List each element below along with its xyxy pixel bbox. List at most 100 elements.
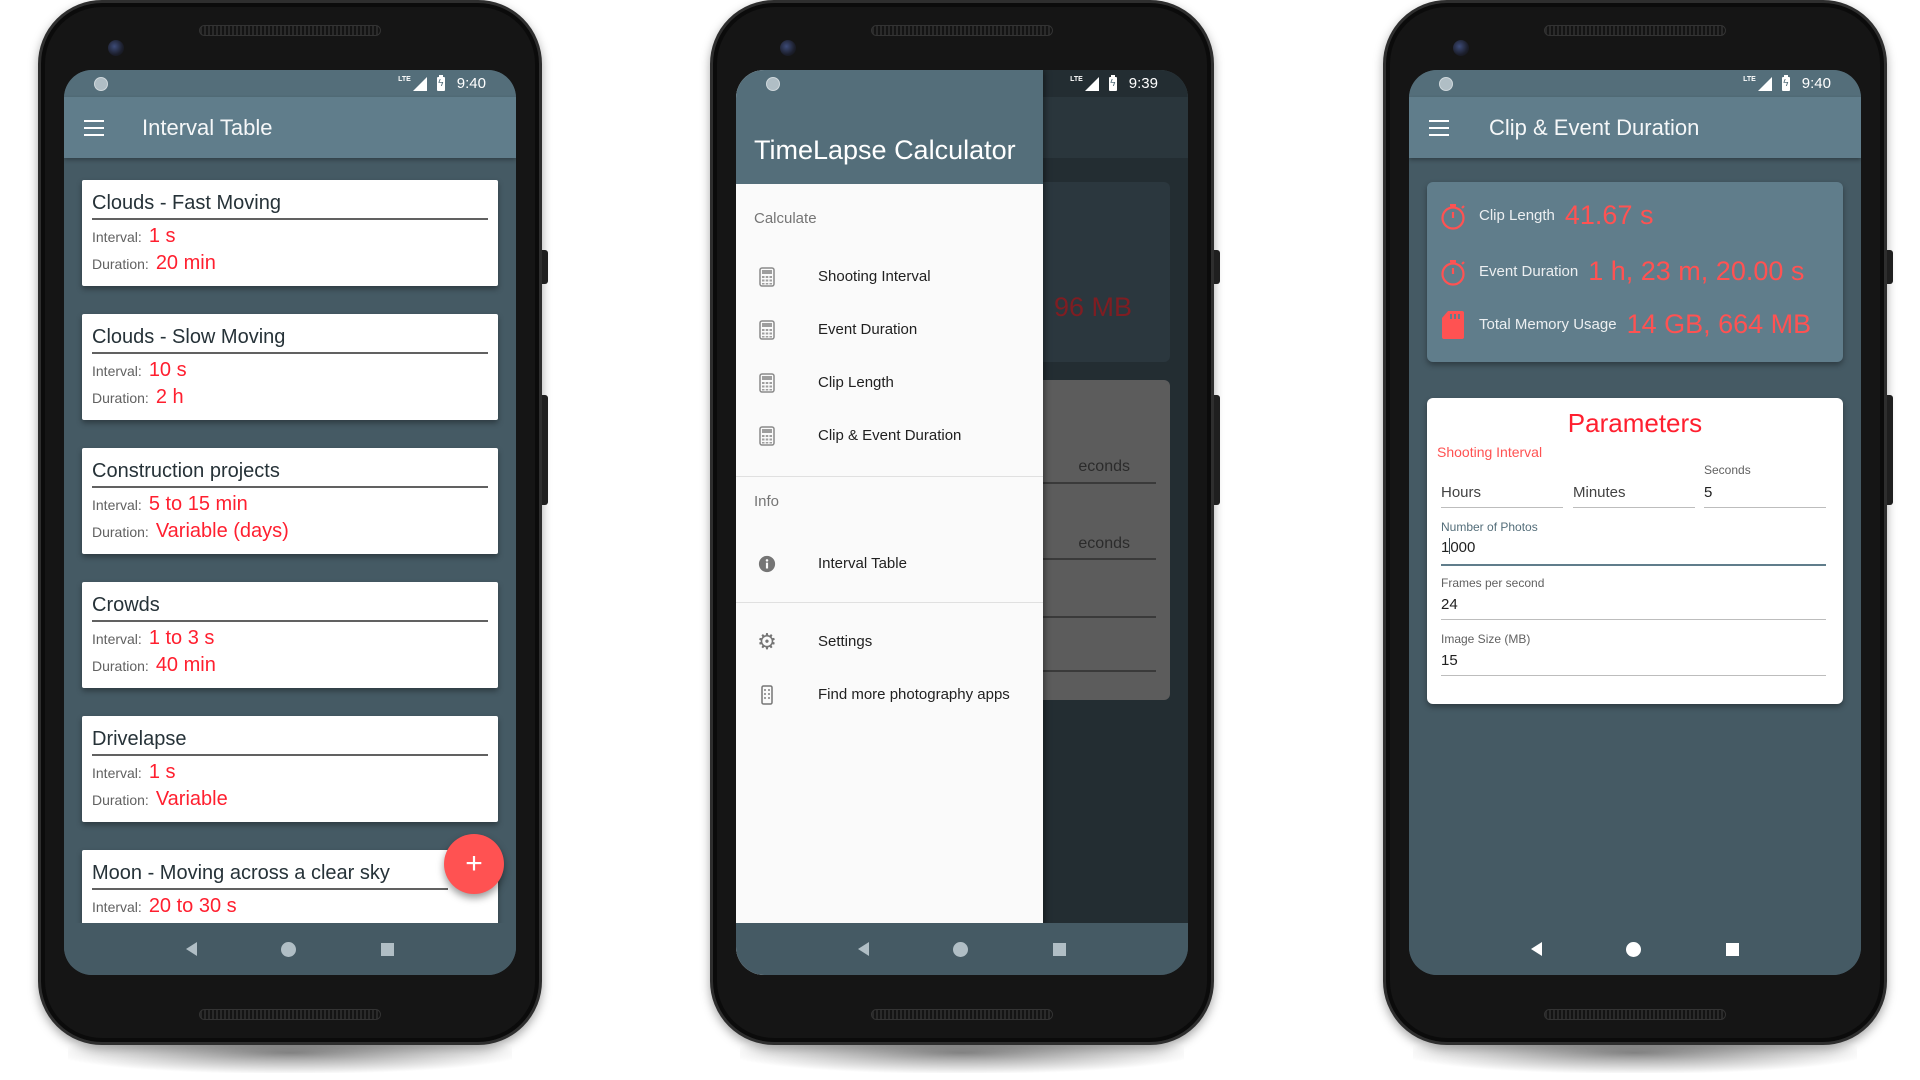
notification-dot-icon [1439,77,1453,91]
section-header: Info [754,493,780,510]
power-button[interactable] [1887,250,1893,284]
hamburger-icon[interactable] [1429,119,1449,136]
interval-list[interactable]: Clouds - Fast Moving Interval: 1 s Durati… [64,158,516,923]
number-of-photos-input[interactable]: 1000 [1441,536,1826,566]
list-item[interactable]: Moon - Moving across a clear sky Interva… [82,850,498,923]
app-title: TimeLapse Calculator [754,135,1016,165]
duration-value: 2 h [155,386,184,408]
frames-per-second-input[interactable]: 24 [1441,594,1826,620]
status-time: 9:39 [1128,75,1158,92]
hamburger-icon[interactable] [84,119,104,136]
drawer-item-label: Event Duration [818,321,918,338]
top-speaker [871,25,1053,36]
stopwatch-icon [1439,201,1467,231]
navigation-drawer: TimeLapse Calculator Calculate Shooting … [736,70,1043,975]
drawer-item-settings[interactable]: ⚙ Settings [736,615,1043,668]
drawer-item-interval-table[interactable]: Interval Table [736,537,1043,590]
front-camera [108,40,124,56]
result-event-duration: Event Duration 1 h, 23 m, 20.00 s [1439,256,1804,287]
list-item[interactable]: Clouds - Fast Moving Interval: 1 s Durati… [82,180,498,286]
recents-icon[interactable] [1725,942,1739,956]
drawer-item-shooting-interval[interactable]: Shooting Interval [736,250,1043,303]
volume-button[interactable] [542,395,548,505]
list-item[interactable]: Drivelapse Interval: 1 s Duration: Variabl… [82,716,498,822]
interval-label: Interval: [92,631,142,647]
shooting-interval-label: Shooting Interval [1437,444,1543,460]
notification-dot-icon [94,77,108,91]
back-icon[interactable] [186,942,198,956]
drawer-item-clip-length[interactable]: Clip Length [736,356,1043,409]
screen: 96 MB econds econds LTE 9:39 TimeLapse C… [736,70,1188,975]
home-icon[interactable] [1626,941,1642,957]
drawer-item-event-duration[interactable]: Event Duration [736,303,1043,356]
duration-value: 20 min [155,252,216,274]
notification-dot-icon [766,77,780,91]
hours-input[interactable]: Hours [1441,482,1563,508]
interval-value: 1 to 3 s [148,627,215,649]
battery-charging-icon [1781,74,1790,91]
volume-button[interactable] [1214,395,1220,505]
bottom-speaker [199,1009,381,1020]
calculator-icon [758,425,776,447]
page-title: Interval Table [142,114,273,140]
drawer-item-clip-event-duration[interactable]: Clip & Event Duration [736,409,1043,462]
card-title: Clouds - Fast Moving [92,190,488,220]
duration-label: Duration: [92,390,149,406]
drawer-item-label: Find more photography apps [818,686,1010,703]
home-icon[interactable] [281,941,297,957]
back-icon[interactable] [858,942,870,956]
phone-apps-icon [758,684,776,706]
power-button[interactable] [1214,250,1220,284]
duration-label: Duration: [92,524,149,540]
status-time: 9:40 [456,75,486,92]
number-of-photos-label: Number of Photos [1441,520,1538,534]
interval-label: Interval: [92,229,142,245]
screen: LTE 9:40 Clip & Event Duration Clip Leng… [1409,70,1861,975]
signal-icon [1757,76,1772,91]
seconds-input[interactable]: 5 [1704,482,1826,508]
dimmed-field-label: econds [1078,458,1130,475]
dimmed-field-label: econds [1078,535,1130,552]
duration-value: Variable (days) [155,520,289,542]
status-bar: LTE 9:39 [736,70,1188,97]
interval-label: Interval: [92,497,142,513]
list-item[interactable]: Construction projects Interval: 5 to 15 m… [82,448,498,554]
drawer-item-label: Shooting Interval [818,268,931,285]
home-icon[interactable] [953,941,969,957]
list-item[interactable]: Crowds Interval: 1 to 3 s Duration: 40 min [82,582,498,688]
interval-label: Interval: [92,363,142,379]
interval-value: 1 s [148,761,176,783]
phone-interval-table: LTE 9:40 Interval Table Clouds - Fast Mo… [38,0,548,1073]
nav-bar [64,923,516,975]
dimmed-memory-text: 96 MB [1053,292,1132,322]
list-item[interactable]: Clouds - Slow Moving Interval: 10 s Durat… [82,314,498,420]
power-button[interactable] [542,250,548,284]
drawer-section-info: Info Interval Table [736,477,1043,603]
gear-icon: ⚙ [757,628,777,654]
drawer-item-find-more-apps[interactable]: Find more photography apps [736,668,1043,721]
status-bar: LTE 9:40 [1409,70,1861,97]
card-title: Clouds - Slow Moving [92,324,488,354]
phone-navigation-drawer: 96 MB econds econds LTE 9:39 TimeLapse C… [710,0,1220,1073]
frames-per-second-label: Frames per second [1441,576,1545,590]
nav-bar [736,923,1188,975]
add-button[interactable]: + [444,834,504,894]
app-bar: Interval Table [64,97,516,158]
recents-icon[interactable] [380,942,394,956]
lte-label: LTE [1743,76,1756,83]
parameters-title: Parameters [1567,408,1703,438]
image-size-input[interactable]: 15 [1441,650,1826,676]
section-header: Calculate [754,210,817,227]
card-title: Construction projects [92,458,488,488]
recents-icon[interactable] [1052,942,1066,956]
back-icon[interactable] [1531,942,1543,956]
calculator-icon [758,372,776,394]
drawer-section-more: ⚙ Settings Find more photography apps [736,603,1043,721]
minutes-input[interactable]: Minutes [1573,482,1695,508]
battery-charging-icon [1108,74,1117,91]
calculator-icon [758,319,776,341]
drawer-item-label: Interval Table [818,555,907,572]
result-value: 41.67 s [1564,200,1654,230]
volume-button[interactable] [1887,395,1893,505]
info-icon [758,553,776,575]
